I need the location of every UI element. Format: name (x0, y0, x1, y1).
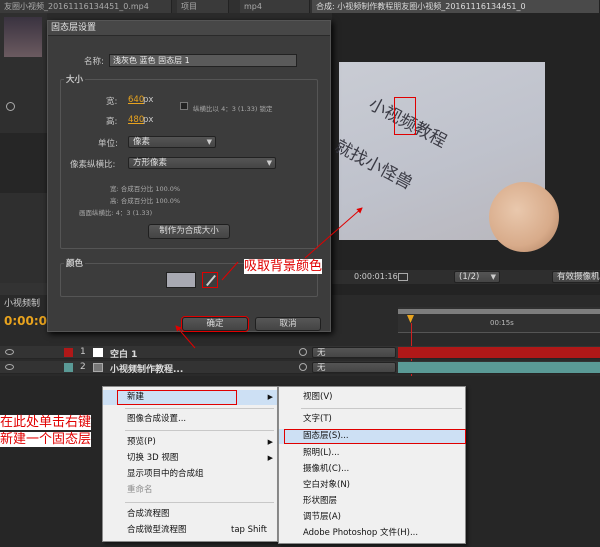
menu-separator (125, 430, 274, 431)
arrow-to-ok (221, 261, 239, 281)
menu-separator (301, 408, 462, 409)
new-highlight-box (117, 390, 237, 405)
menu-separator (125, 408, 274, 409)
annotation-right-click-2: 新建一个固态层 (0, 432, 92, 447)
new-submenu: 视图(V) 文字(T) 固态层(S)... 照明(L)... 摄像机(C)...… (278, 386, 466, 544)
arrow-to-viewer (304, 207, 363, 259)
submenu-item-photoshop[interactable]: Adobe Photoshop 文件(H)... (279, 526, 465, 541)
submenu-arrow-icon: ▶ (267, 438, 273, 446)
submenu-item-shape[interactable]: 形状图层 (279, 494, 465, 509)
submenu-item-viewer[interactable]: 视图(V) (279, 390, 465, 405)
menu-item-reveal-comp[interactable]: 显示项目中的合成组 (103, 467, 277, 482)
annotation-eyedropper: 吸取背景颜色 (244, 259, 323, 274)
menu-separator (125, 502, 274, 503)
context-menu: 新建 ▶ 图像合成设置... 预览(P) ▶ 切换 3D 视图 ▶ 显示项目中的… (102, 386, 278, 542)
menu-item-flowchart[interactable]: 合成流程图 (103, 507, 277, 522)
mini-flowchart-shortcut: tap Shift (231, 525, 267, 535)
arrow-to-ok-btn (175, 325, 196, 349)
menu-item-rename: 重命名 (127, 485, 153, 495)
submenu-item-camera[interactable]: 摄像机(C)... (279, 462, 465, 477)
submenu-arrow-icon: ▶ (267, 454, 273, 462)
submenu-item-light[interactable]: 照明(L)... (279, 446, 465, 461)
menu-item-preview[interactable]: 预览(P) (103, 435, 277, 450)
menu-item-3d-view[interactable]: 切换 3D 视图 (103, 451, 277, 466)
submenu-item-adjustment[interactable]: 调节层(A) (279, 510, 465, 525)
submenu-item-text[interactable]: 文字(T) (279, 412, 465, 427)
submenu-arrow-icon: ▶ (267, 393, 273, 401)
submenu-item-null[interactable]: 空白对象(N) (279, 478, 465, 493)
menu-item-comp-settings[interactable]: 图像合成设置... (103, 412, 277, 427)
solid-highlight-box (284, 429, 466, 444)
annotation-right-click-1: 在此处单击右键 (0, 415, 92, 430)
